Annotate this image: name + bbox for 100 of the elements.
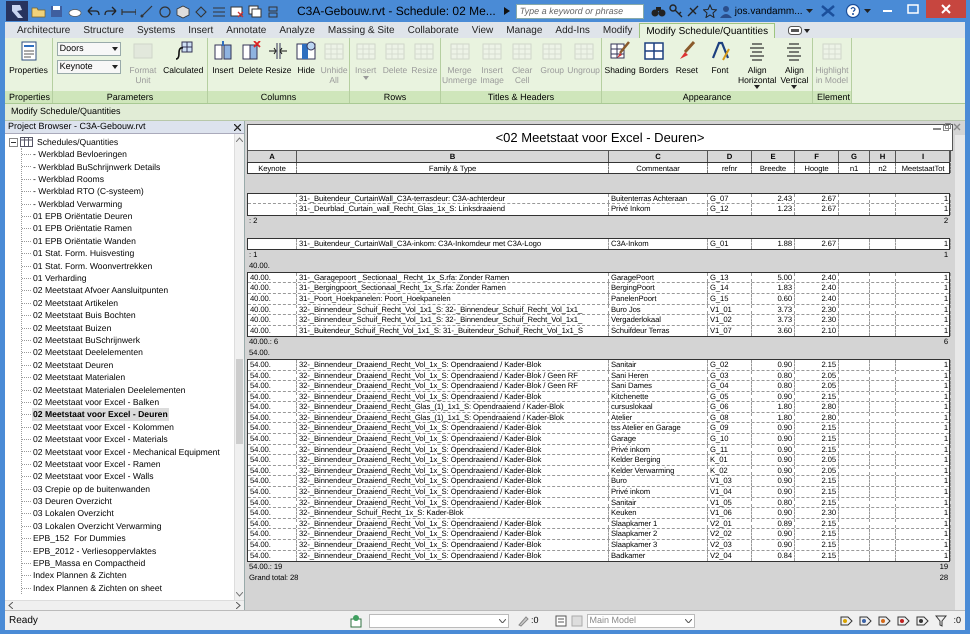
close-views-icon[interactable] xyxy=(229,4,244,18)
scrollbar-thumb[interactable] xyxy=(236,359,243,444)
tree-item[interactable]: 02 Meetstaat voor Excel - Materials xyxy=(32,433,169,446)
status-message: Ready xyxy=(9,614,39,628)
ribbon-button[interactable]: Calculated xyxy=(163,41,204,76)
tree-item[interactable]: 02 Meetstaat voor Excel - Mechanical Equipment xyxy=(32,446,221,458)
ribbon-button[interactable]: Properties xyxy=(9,41,48,76)
caret-icon xyxy=(499,618,506,622)
tree-item[interactable]: 01 EPB Oriëntatie Deuren xyxy=(32,210,134,223)
tree-item[interactable]: - Werkblad BuSchrijnwerk Details xyxy=(32,160,162,174)
ribbon-tab[interactable]: Modify xyxy=(596,23,638,38)
tree-item[interactable]: 01 Stat. Form. Huisvesting xyxy=(32,247,136,260)
key-icon[interactable] xyxy=(668,4,683,18)
tree-item[interactable]: 02 Meetstaat voor Excel - Kolommen xyxy=(32,420,175,434)
ribbon-button[interactable]: Borders xyxy=(638,41,669,76)
ribbon-tab[interactable]: Annotate xyxy=(220,23,272,38)
tree-item[interactable]: 02 Meetstaat voor Excel - Deuren xyxy=(32,408,169,422)
pinned-select-icon[interactable] xyxy=(878,614,892,626)
tree-item[interactable]: Index Plannen & Zichten xyxy=(32,569,128,582)
help-icon[interactable] xyxy=(844,3,861,19)
dropdown[interactable]: Doors xyxy=(56,42,121,56)
model-dropdown[interactable]: Main Model xyxy=(586,614,695,628)
ribbon-tab[interactable]: Architecture xyxy=(11,23,76,38)
design-options-icon[interactable] xyxy=(554,614,567,626)
drag-select-icon[interactable] xyxy=(916,614,930,626)
app-logo-icon[interactable] xyxy=(6,1,28,21)
ribbon-tab[interactable]: View xyxy=(466,23,500,38)
ribbon-button[interactable]: Delete xyxy=(236,41,265,76)
switch-windows-icon[interactable] xyxy=(247,4,262,18)
table-icon xyxy=(356,41,376,61)
ribbon-tab[interactable]: Massing & Site xyxy=(322,23,401,38)
expand-arrow-icon[interactable] xyxy=(502,6,511,16)
tree-item[interactable]: 01 Verharding xyxy=(32,272,88,285)
tree-item[interactable]: 02 Meetstaat Deelelementen xyxy=(32,346,144,360)
tree-item[interactable]: 02 Meetstaat Materialen xyxy=(32,371,126,384)
scroll-right-icon[interactable] xyxy=(236,602,241,609)
tree-item[interactable]: 01 EPB Oriëntatie Wanden xyxy=(32,234,137,248)
brush-icon xyxy=(610,41,630,61)
dropdown[interactable]: Keynote xyxy=(56,60,121,74)
tree-item[interactable]: - Werkblad Bevloeringen xyxy=(32,148,128,162)
tree-item[interactable]: 02 Meetstaat Deuren xyxy=(32,358,114,372)
face-select-icon[interactable] xyxy=(897,614,910,626)
scrollbar-track[interactable] xyxy=(955,135,965,610)
caret-icon[interactable] xyxy=(804,28,810,32)
ribbon-button[interactable]: Resize xyxy=(264,41,292,76)
tree-item[interactable]: - Werkblad Rooms xyxy=(32,172,105,186)
tree-item[interactable]: Schedules/Quantities xyxy=(36,136,120,149)
tree-item[interactable]: 01 Stat. Form. Woonvertrekken xyxy=(32,260,154,273)
tree-item[interactable]: Index Plannen & Zichten on sheet xyxy=(32,582,163,595)
underlay-select-icon[interactable] xyxy=(859,614,872,626)
tree-item[interactable]: - Werkblad Verwarming xyxy=(32,198,124,211)
ribbon-button[interactable]: Reset xyxy=(672,41,702,76)
ribbon-button[interactable]: Align Vertical xyxy=(779,41,810,89)
tree-item[interactable]: 02 Meetstaat Buis Bochten xyxy=(32,309,137,322)
ribbon-button[interactable]: Shading xyxy=(604,41,636,76)
tree-item[interactable]: 03 Deuren Overzicht xyxy=(32,495,113,508)
ribbon-button[interactable]: Font xyxy=(704,41,735,76)
workset-icon[interactable] xyxy=(349,614,363,628)
ribbon-tab[interactable]: Analyze xyxy=(273,23,321,38)
binoculars-icon[interactable] xyxy=(650,4,666,18)
scroll-left-icon[interactable] xyxy=(8,602,13,609)
user-name[interactable]: jos.vandamm... xyxy=(734,4,803,18)
ribbon-tab[interactable]: Insert xyxy=(182,23,220,38)
tree-item[interactable]: 02 Meetstaat Materialen Deelelementen xyxy=(32,384,186,396)
star-icon[interactable] xyxy=(702,4,717,18)
editable-icon[interactable] xyxy=(517,614,529,626)
tree-item[interactable]: 02 Meetstaat BuSchrijnwerk xyxy=(32,334,141,347)
ribbon-button[interactable]: Align Horizontal xyxy=(738,41,776,89)
tree-item[interactable]: - Werkblad RTO (C-systeem) xyxy=(32,185,145,198)
schedule-title: <02 Meetstaat voor Excel - Deuren> xyxy=(496,128,704,147)
link-select-icon[interactable] xyxy=(840,614,854,626)
tree-item[interactable]: 02 Meetstaat Artikelen xyxy=(32,296,120,310)
tree-item[interactable]: 02 Meetstaat Buizen xyxy=(32,322,112,334)
ribbon-tab[interactable]: Structure xyxy=(77,23,130,38)
filter-icon[interactable] xyxy=(935,614,948,626)
ribbon-tab[interactable]: Modify Schedule/Quantities xyxy=(639,23,776,38)
tree-item[interactable]: 03 Crepie op de buitenwanden xyxy=(32,482,152,496)
ribbon-tab[interactable]: Add-Ins xyxy=(549,23,596,38)
tree-item[interactable]: EPB_2012 - Verliesoppervlaktes xyxy=(32,544,158,558)
tree-item[interactable]: 02 Meetstaat voor Excel - Balken xyxy=(32,396,160,409)
ribbon-tab[interactable]: Manage xyxy=(500,23,548,38)
scroll-down-icon[interactable] xyxy=(236,592,243,597)
collapse-icon[interactable] xyxy=(9,138,18,147)
tree-item[interactable]: 01 EPB Oriëntatie Ramen xyxy=(32,222,133,236)
scroll-up-icon[interactable] xyxy=(236,137,243,142)
tree-item[interactable]: 03 Lokalen Overzicht Verwarming xyxy=(32,520,162,533)
tree-item[interactable]: 02 Meetstaat Afvoer Aansluitpunten xyxy=(32,284,170,298)
tree-item[interactable]: 02 Meetstaat voor Excel - Walls xyxy=(32,470,155,484)
tree-item[interactable]: 03 Lokalen Overzicht xyxy=(32,507,115,520)
search-field[interactable]: Type a keyword or phrase xyxy=(516,4,644,18)
tree-item[interactable]: EPB_152 For Dummies xyxy=(32,532,127,546)
save-icon[interactable] xyxy=(49,4,64,18)
close-icon[interactable] xyxy=(234,124,241,130)
tree-item[interactable]: 02 Meetstaat voor Excel - Ramen xyxy=(32,458,162,471)
ribbon-tab[interactable]: Collaborate xyxy=(402,23,465,38)
panel-toggle-icon[interactable] xyxy=(788,26,802,35)
tree-item[interactable]: EPB_Massa en Compactheid xyxy=(32,557,146,570)
ribbon-button[interactable]: Insert xyxy=(209,41,237,76)
ribbon-button[interactable]: Hide xyxy=(292,41,320,76)
ribbon-tab[interactable]: Systems xyxy=(130,23,182,38)
